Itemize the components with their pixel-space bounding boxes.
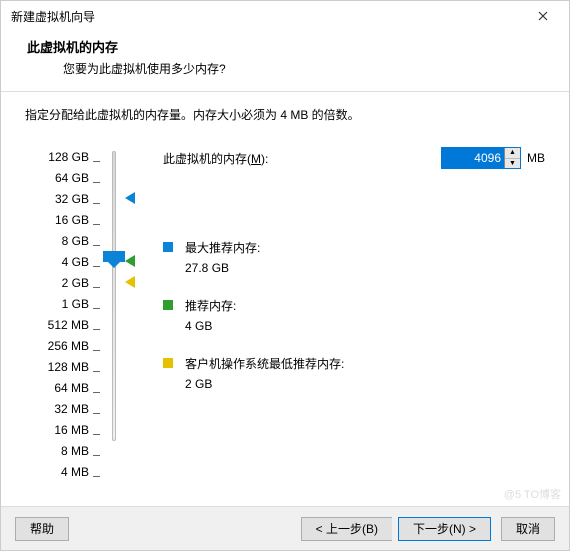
close-button[interactable]: [523, 2, 563, 30]
slider-thumb[interactable]: [103, 251, 125, 262]
spinner-down-icon[interactable]: ▼: [505, 159, 520, 169]
slider-label: 64 GB: [25, 168, 89, 189]
square-icon: [163, 358, 173, 368]
back-button[interactable]: < 上一步(B): [301, 517, 392, 541]
slider-tick: [93, 340, 100, 361]
info-min-value: 2 GB: [185, 377, 545, 391]
slider-label: 128 GB: [25, 147, 89, 168]
slider-tick: [93, 214, 100, 235]
window-title: 新建虚拟机向导: [11, 8, 95, 25]
nav-button-group: < 上一步(B) 下一步(N) >: [301, 517, 491, 541]
slider-tick: [93, 466, 100, 487]
slider-label: 16 MB: [25, 420, 89, 441]
slider-label: 64 MB: [25, 378, 89, 399]
header-title: 此虚拟机的内存: [27, 37, 543, 56]
slider-label: 4 MB: [25, 462, 89, 483]
header-subtitle: 您要为此虚拟机使用多少内存?: [63, 60, 543, 77]
memory-unit: MB: [527, 151, 545, 165]
footer: 帮助 < 上一步(B) 下一步(N) > 取消: [1, 506, 569, 550]
slider-tick: [93, 235, 100, 256]
slider-tick: [93, 424, 100, 445]
memory-slider[interactable]: 128 GB64 GB32 GB16 GB8 GB4 GB2 GB1 GB512…: [25, 147, 145, 413]
wizard-header: 此虚拟机的内存 您要为此虚拟机使用多少内存?: [1, 31, 569, 91]
marker-min: [125, 276, 135, 288]
slider-track[interactable]: [112, 151, 116, 441]
watermark: @5 TO博客: [504, 486, 561, 502]
slider-label: 32 GB: [25, 189, 89, 210]
slider-label: 8 MB: [25, 441, 89, 462]
info-min: 客户机操作系统最低推荐内存:: [163, 355, 545, 373]
main-row: 128 GB64 GB32 GB16 GB8 GB4 GB2 GB1 GB512…: [25, 147, 545, 413]
slider-tick: [93, 403, 100, 424]
slider-labels: 128 GB64 GB32 GB16 GB8 GB4 GB2 GB1 GB512…: [25, 147, 89, 483]
cancel-button[interactable]: 取消: [501, 517, 555, 541]
marker-max: [125, 192, 135, 204]
memory-label: 此虚拟机的内存(M):: [163, 150, 268, 167]
slider-label: 8 GB: [25, 231, 89, 252]
slider-label: 2 GB: [25, 273, 89, 294]
slider-tick: [93, 193, 100, 214]
memory-value[interactable]: 4096: [442, 148, 504, 168]
marker-rec: [125, 255, 135, 267]
slider-label: 256 MB: [25, 336, 89, 357]
info-max-value: 27.8 GB: [185, 261, 545, 275]
memory-input[interactable]: 4096 ▲ ▼: [441, 147, 521, 169]
wizard-window: 新建虚拟机向导 此虚拟机的内存 您要为此虚拟机使用多少内存? 指定分配给此虚拟机…: [0, 0, 570, 551]
slider-tick: [93, 277, 100, 298]
next-button[interactable]: 下一步(N) >: [398, 517, 491, 541]
slider-ticks: [93, 151, 100, 487]
memory-spinner[interactable]: ▲ ▼: [504, 148, 520, 168]
titlebar: 新建虚拟机向导: [1, 1, 569, 31]
content-area: 指定分配给此虚拟机的内存量。内存大小必须为 4 MB 的倍数。 128 GB64…: [1, 92, 569, 423]
info-max: 最大推荐内存:: [163, 239, 545, 257]
slider-tick: [93, 172, 100, 193]
right-column: 此虚拟机的内存(M): 4096 ▲ ▼ MB: [145, 147, 545, 413]
spinner-up-icon[interactable]: ▲: [505, 148, 520, 159]
info-rec-value: 4 GB: [185, 319, 545, 333]
slider-tick: [93, 445, 100, 466]
slider-label: 128 MB: [25, 357, 89, 378]
close-icon: [538, 11, 548, 21]
slider-label: 512 MB: [25, 315, 89, 336]
slider-tick: [93, 151, 100, 172]
slider-tick: [93, 382, 100, 403]
slider-label: 16 GB: [25, 210, 89, 231]
help-button[interactable]: 帮助: [15, 517, 69, 541]
slider-tick: [93, 319, 100, 340]
memory-input-wrap: 4096 ▲ ▼ MB: [441, 147, 545, 169]
slider-label: 32 MB: [25, 399, 89, 420]
memory-row: 此虚拟机的内存(M): 4096 ▲ ▼ MB: [163, 147, 545, 169]
slider-tick: [93, 298, 100, 319]
slider-tick: [93, 361, 100, 382]
square-icon: [163, 300, 173, 310]
intro-text: 指定分配给此虚拟机的内存量。内存大小必须为 4 MB 的倍数。: [25, 106, 545, 123]
info-rec: 推荐内存:: [163, 297, 545, 315]
slider-tick: [93, 256, 100, 277]
slider-label: 4 GB: [25, 252, 89, 273]
slider-label: 1 GB: [25, 294, 89, 315]
square-icon: [163, 242, 173, 252]
